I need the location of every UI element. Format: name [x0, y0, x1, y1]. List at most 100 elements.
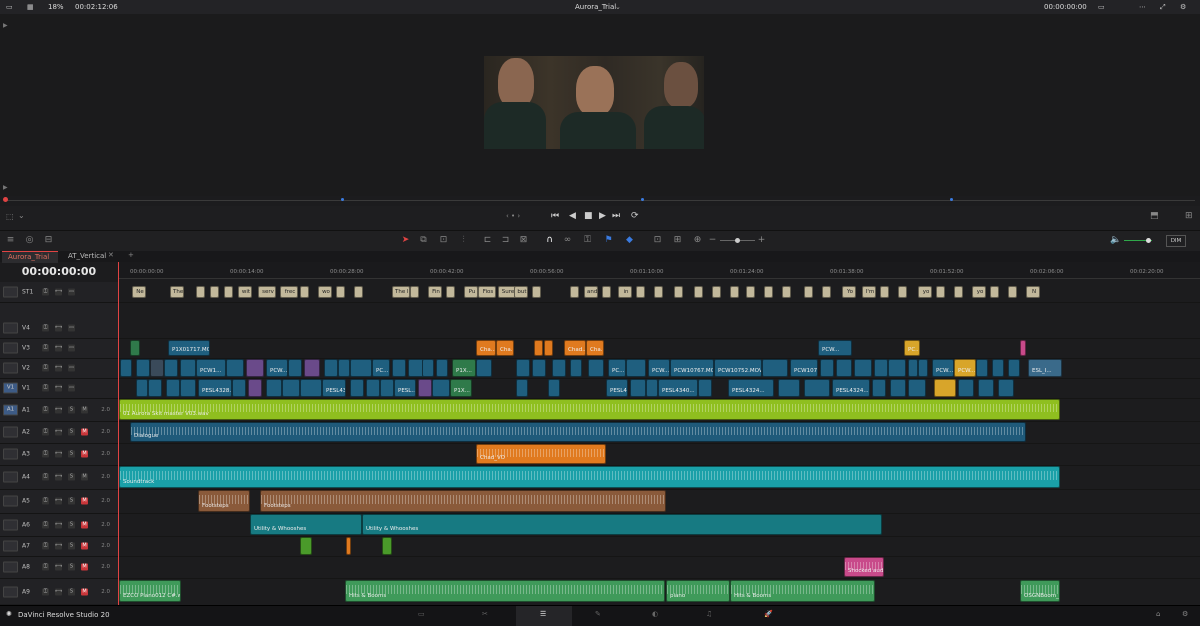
timeline-timecode[interactable]: 00:00:00:00: [0, 262, 118, 282]
solo-button[interactable]: S: [68, 588, 75, 595]
volume-handle[interactable]: [1146, 238, 1151, 243]
timeline-clip[interactable]: PCW10767.MOV: [670, 359, 714, 377]
lock-icon[interactable]: ⚿: [42, 542, 49, 550]
home-icon[interactable]: ⌂: [1156, 610, 1160, 618]
lock-icon[interactable]: ⚿: [42, 364, 49, 372]
toggle-icon[interactable]: ▭: [68, 324, 75, 332]
subtitle-clip[interactable]: [880, 286, 889, 298]
timeline-clip[interactable]: [908, 379, 926, 397]
track-destination-button[interactable]: [3, 540, 18, 552]
track-destination-button[interactable]: [3, 362, 18, 374]
timeline-clip[interactable]: P1X01717.MOV: [168, 340, 210, 356]
track-icon[interactable]: ⊟: [43, 236, 54, 245]
blade-icon[interactable]: ⫶: [458, 236, 469, 245]
timeline-clip[interactable]: [908, 359, 918, 377]
link-icon[interactable]: ⟷: [55, 344, 62, 352]
timeline-clip[interactable]: [918, 359, 928, 377]
marker[interactable]: [950, 198, 953, 201]
timeline-clip[interactable]: PCW107...: [790, 359, 818, 377]
timeline-clip[interactable]: [350, 359, 372, 377]
fairlight-page-icon[interactable]: ♫: [706, 610, 712, 618]
mute-button[interactable]: M: [81, 521, 88, 528]
subtitle-clip[interactable]: Yo: [842, 286, 856, 298]
timeline-clip[interactable]: [836, 359, 852, 377]
timeline-clip[interactable]: [248, 379, 262, 397]
timeline-clip[interactable]: PCW...: [648, 359, 670, 377]
subtitle-clip[interactable]: frec: [280, 286, 298, 298]
timeline-clip[interactable]: [418, 379, 432, 397]
link-icon[interactable]: ⟷: [55, 428, 62, 436]
timeline-clip[interactable]: [148, 379, 162, 397]
timeline-clip[interactable]: [150, 359, 164, 377]
solo-button[interactable]: S: [68, 497, 75, 505]
subtitle-clip[interactable]: wit: [238, 286, 252, 298]
timeline-clip[interactable]: [226, 359, 244, 377]
zoom-custom-icon[interactable]: ⊕: [692, 236, 703, 245]
timeline-clip[interactable]: PCW1...: [196, 359, 226, 377]
timeline-clip[interactable]: [120, 359, 132, 377]
timeline-clip[interactable]: [804, 379, 830, 397]
timeline-clip[interactable]: [958, 379, 974, 397]
layout-icon[interactable]: ≡: [5, 236, 16, 245]
subtitle-clip[interactable]: [570, 286, 579, 298]
edit-icon[interactable]: ⊞: [1185, 211, 1193, 221]
track-header-a8[interactable]: A8⚿⟷▭SM2.0: [0, 556, 118, 579]
audio-clip[interactable]: 01 Aurora Skit master V03.wav: [119, 399, 1060, 420]
timeline-clip[interactable]: [324, 359, 338, 377]
toggle-icon[interactable]: ▭: [68, 384, 75, 392]
dim-button[interactable]: DIM: [1166, 235, 1186, 247]
subtitle-clip[interactable]: but: [514, 286, 528, 298]
timeline-clip[interactable]: PESL4340...: [658, 379, 698, 397]
zoom-level[interactable]: 18%: [48, 3, 64, 11]
link-icon[interactable]: ⟷: [55, 450, 62, 458]
timeline-clip[interactable]: [300, 379, 322, 397]
timeline-clip[interactable]: PCW...: [954, 359, 976, 377]
track-header-st1[interactable]: ST1 ⚿ ⟷ ▭: [0, 282, 118, 303]
mute-button[interactable]: M: [81, 450, 88, 458]
timeline-clip[interactable]: [516, 379, 528, 397]
audio-clip[interactable]: OSGNBoom_...: [1020, 580, 1060, 602]
lock-icon[interactable]: ⚿: [42, 521, 49, 528]
subtitle-clip[interactable]: and: [584, 286, 598, 298]
timeline-clip[interactable]: PCW...: [266, 359, 288, 377]
mute-button[interactable]: M: [81, 542, 88, 550]
timeline-clip[interactable]: [978, 379, 994, 397]
match-frame-icon[interactable]: ⬒: [1150, 211, 1159, 221]
chevron-down-icon[interactable]: ⌄: [615, 3, 621, 11]
subtitle-clip[interactable]: [446, 286, 455, 298]
subtitle-clip[interactable]: [694, 286, 703, 298]
timeline-clip[interactable]: [136, 379, 148, 397]
timeline-clip[interactable]: [778, 379, 800, 397]
dynamic-trim-icon[interactable]: ⊡: [438, 236, 449, 245]
link-icon[interactable]: ⟷: [55, 384, 62, 392]
link-icon[interactable]: ⟷: [55, 542, 62, 550]
view-icon[interactable]: ◎: [24, 236, 35, 245]
audio-clip[interactable]: [382, 537, 392, 555]
audio-clip[interactable]: Chad_VO: [476, 444, 606, 464]
lock-icon[interactable]: ⚿: [42, 384, 49, 392]
subtitle-clip[interactable]: [602, 286, 611, 298]
selection-arrow-icon[interactable]: ➤: [400, 236, 411, 245]
close-icon[interactable]: ✕: [108, 251, 114, 259]
color-page-icon[interactable]: ◐: [652, 610, 658, 618]
timeline-clip[interactable]: [476, 359, 492, 377]
timeline-clip[interactable]: ESL_I...: [1028, 359, 1062, 377]
timeline-clip[interactable]: PCW...: [932, 359, 954, 377]
subtitle-clip[interactable]: [336, 286, 345, 298]
jog-wheel-icon[interactable]: ‹ • ›: [506, 212, 520, 220]
scrub-playhead[interactable]: [3, 197, 8, 202]
skip-start-icon[interactable]: ⏮: [551, 211, 559, 221]
add-tab-icon[interactable]: +: [128, 251, 134, 259]
timeline-clip[interactable]: [164, 359, 178, 377]
track-header-a5[interactable]: A5⚿⟷▭SM2.0: [0, 489, 118, 514]
timeline-clip[interactable]: [436, 359, 448, 377]
subtitle-clip[interactable]: N: [1026, 286, 1040, 298]
solo-button[interactable]: S: [68, 473, 75, 481]
timeline-clip[interactable]: [246, 359, 264, 377]
timeline-clip[interactable]: Cha...: [586, 340, 604, 356]
timeline-clip[interactable]: [338, 359, 350, 377]
timeline-name[interactable]: Aurora_Trial: [575, 3, 616, 11]
track-destination-button[interactable]: A1: [3, 404, 18, 415]
timeline-clip[interactable]: [432, 379, 450, 397]
marker[interactable]: [641, 198, 644, 201]
